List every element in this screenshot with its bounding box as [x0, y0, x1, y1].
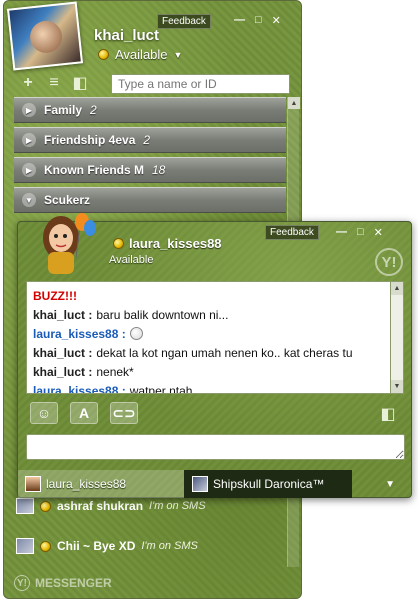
maximize-icon[interactable]: □	[255, 14, 262, 27]
tab-avatar	[192, 476, 208, 492]
attach-file-icon[interactable]: ⊂⊃	[110, 402, 138, 424]
close-icon[interactable]: ✕	[272, 14, 281, 27]
close-icon[interactable]: ✕	[374, 226, 383, 239]
chat-window: laura_kisses88 Available Feedback — □ ✕ …	[17, 213, 412, 498]
group-count: 2	[143, 133, 151, 147]
chat-message: khai_luct : baru balik downtown ni...	[33, 305, 384, 324]
contact-avatar	[16, 498, 34, 514]
status-selector[interactable]: Available ▼	[98, 47, 182, 62]
minimize-icon[interactable]: —	[336, 226, 347, 239]
minimize-icon[interactable]: —	[234, 14, 245, 27]
collapse-arrow-icon: ▼	[22, 193, 36, 207]
message-sender: khai_luct :	[33, 345, 93, 360]
yahoo-messenger-logo: Y! MESSENGER	[14, 575, 112, 591]
available-status-icon	[113, 238, 124, 249]
message-text: watper ntah	[129, 383, 193, 394]
list-item[interactable]: Chii ~ Bye XD I'm on SMS	[16, 538, 198, 554]
chat-message: khai_luct : nenek*	[33, 362, 384, 381]
tab-label: Shipskull Daronica™	[213, 477, 325, 491]
group-count: 18	[152, 163, 166, 177]
contact-groups: ▶ Family 2 ▶ Friendship 4eva 2 ▶ Known F…	[14, 97, 286, 217]
contact-name: ashraf shukran	[57, 499, 144, 513]
chevron-down-icon[interactable]: ▼	[385, 479, 395, 490]
group-name: Known Friends M	[44, 163, 144, 177]
yahoo-logo-icon: Y!	[14, 575, 30, 591]
user-avatar[interactable]	[6, 1, 84, 71]
username: khai_luct	[94, 27, 160, 44]
buddy-status: Available	[109, 254, 154, 266]
contact-avatar	[16, 538, 34, 554]
list-view-icon[interactable]: ≡	[44, 74, 64, 92]
group-friendship[interactable]: ▶ Friendship 4eva 2	[14, 127, 286, 153]
contact-status-message: I'm on SMS	[141, 540, 198, 552]
message-sender: laura_kisses88 :	[33, 383, 126, 394]
status-label: Available	[115, 47, 168, 62]
chat-message: khai_luct : dekat la kot ngan umah nenen…	[33, 343, 384, 362]
message-text: baru balik downtown ni...	[96, 307, 229, 322]
brand-text: MESSENGER	[35, 576, 112, 590]
group-name: Friendship 4eva	[44, 133, 136, 147]
maximize-icon[interactable]: □	[357, 226, 364, 239]
available-status-icon	[40, 540, 51, 552]
group-name: Scukerz	[44, 193, 91, 207]
group-name: Family	[44, 103, 83, 117]
font-format-icon[interactable]: A	[70, 402, 98, 424]
expand-arrow-icon: ▶	[22, 163, 36, 177]
chevron-down-icon: ▼	[173, 49, 183, 60]
message-sender: khai_luct :	[33, 364, 93, 379]
tab-overflow[interactable]: ▼	[352, 470, 411, 498]
sort-icon[interactable]: ◧	[70, 73, 90, 93]
buddy-name: laura_kisses88	[129, 236, 222, 251]
feedback-button[interactable]: Feedback	[157, 14, 211, 29]
message-sender: khai_luct :	[33, 307, 93, 322]
available-status-icon	[40, 500, 51, 512]
scroll-up-icon[interactable]: ▲	[288, 97, 300, 109]
message-sender: laura_kisses88 :	[33, 326, 126, 341]
conversation-scrollbar[interactable]: ▲ ▼	[391, 281, 404, 394]
emoticon-icon	[129, 327, 143, 340]
chat-tabs: laura_kisses88 Shipskull Daronica™ ▼	[18, 470, 411, 498]
feedback-button[interactable]: Feedback	[265, 225, 319, 240]
message-input[interactable]	[26, 434, 405, 460]
message-text: nenek*	[96, 364, 134, 379]
chat-message: laura_kisses88 : watper ntah	[33, 381, 384, 394]
group-count: 2	[90, 103, 97, 117]
search-input[interactable]	[111, 74, 290, 94]
window-controls: — □ ✕	[234, 14, 281, 27]
chat-message: laura_kisses88 :	[33, 324, 384, 343]
expand-arrow-icon: ▶	[22, 103, 36, 117]
tab-shipskull-daronica[interactable]: Shipskull Daronica™	[184, 470, 352, 498]
conversation-history[interactable]: BUZZ!!! khai_luct : baru balik downtown …	[26, 281, 391, 394]
emoticon-picker-icon[interactable]: ☺	[30, 402, 58, 424]
contact-status-message: I'm on SMS	[149, 500, 206, 512]
list-item[interactable]: ashraf shukran I'm on SMS	[16, 498, 206, 514]
expand-arrow-icon: ▶	[22, 133, 36, 147]
available-status-icon	[98, 49, 109, 60]
window-controls: — □ ✕	[336, 226, 383, 239]
contact-name: Chii ~ Bye XD	[57, 539, 136, 553]
group-known-friends[interactable]: ▶ Known Friends M 18	[14, 157, 286, 183]
group-family[interactable]: ▶ Family 2	[14, 97, 286, 123]
scroll-up-icon[interactable]: ▲	[391, 282, 403, 295]
chat-message: BUZZ!!!	[33, 286, 384, 305]
tab-avatar	[25, 476, 41, 492]
buzz-text: BUZZ!!!	[33, 288, 77, 303]
options-icon[interactable]: ◧	[378, 404, 398, 424]
add-contact-icon[interactable]: +	[18, 74, 38, 92]
formatting-toolbar: ☺ A ⊂⊃	[30, 402, 138, 424]
tab-laura-kisses88[interactable]: laura_kisses88	[18, 470, 184, 498]
buddy-header: laura_kisses88	[113, 236, 222, 251]
scroll-down-icon[interactable]: ▼	[391, 380, 403, 393]
tab-label: laura_kisses88	[46, 477, 127, 491]
message-text: dekat la kot ngan umah nenen ko.. kat ch…	[96, 345, 353, 360]
buddy-avatar[interactable]	[34, 208, 96, 276]
yahoo-logo-icon: Y!	[375, 248, 403, 276]
